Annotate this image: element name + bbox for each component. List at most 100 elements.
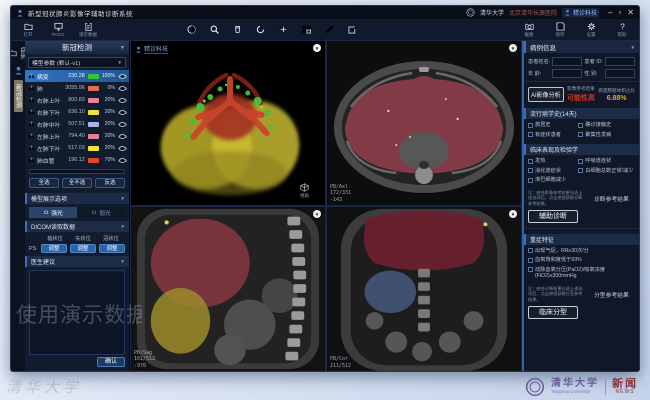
- maximize-button[interactable]: ▫: [618, 7, 621, 18]
- rotate-tool-icon[interactable]: [256, 25, 265, 34]
- doctor-advice-input[interactable]: [29, 270, 125, 355]
- divider: [605, 379, 606, 395]
- measure-pencil-tool-icon[interactable]: [325, 25, 334, 34]
- color-swatch[interactable]: [88, 74, 99, 79]
- doctor-advice-header[interactable]: 医生建议 ▼: [25, 256, 129, 267]
- annotate-tool-icon[interactable]: [348, 25, 357, 34]
- contrast-tool-icon[interactable]: [187, 25, 196, 34]
- eye-icon[interactable]: [118, 85, 127, 92]
- calligraphy-watermark: 清华大学: [6, 376, 82, 397]
- checkbox-lymphocyte-low[interactable]: 淋巴细胞减少: [528, 177, 577, 184]
- minimize-button[interactable]: –: [608, 7, 612, 18]
- checkbox-pao2-fio2[interactable]: 动脉血氧分压(PaO2)/吸氧浓度(FiO2)≤300mmHg: [528, 267, 635, 280]
- zoom-tool-icon[interactable]: [210, 25, 219, 34]
- tsinghua-seal-icon: [466, 8, 475, 17]
- case-info-header: 病例信息 ▼: [524, 41, 639, 53]
- viewport-3d[interactable]: 精诊科技 ▼ 视角: [131, 41, 325, 205]
- color-swatch[interactable]: [88, 122, 99, 127]
- segment-row-lesion[interactable]: 病变 230.28 100%: [25, 70, 129, 82]
- close-button[interactable]: ✕: [627, 7, 634, 18]
- sagittal-overlay-label: PB/Sag 101/512 -970: [134, 350, 155, 370]
- eye-icon[interactable]: [118, 133, 127, 140]
- checkbox-fever[interactable]: 发热: [528, 158, 577, 165]
- save-button[interactable]: 保存: [549, 22, 571, 38]
- segment-row-lung[interactable]: 肺 3055.96 0%: [25, 82, 129, 94]
- orientation-cube[interactable]: 视角: [300, 183, 309, 199]
- color-swatch[interactable]: [88, 110, 99, 115]
- checkbox-travel-history[interactable]: 旅居史: [528, 122, 577, 129]
- clinical-header: 临床表现及检验学: [524, 144, 639, 155]
- help-button[interactable]: 帮助: [611, 22, 633, 38]
- image-result-label: 影像参考结果: [567, 86, 595, 92]
- app-title: 新型冠状肺炎影像学辅助诊断系统: [28, 8, 133, 18]
- pan-hand-tool-icon[interactable]: [233, 25, 242, 34]
- viewport-menu-button[interactable]: ▼: [509, 210, 517, 218]
- checkbox-low-spo2[interactable]: 血氧饱和度低于93%: [528, 257, 635, 264]
- patient-sex-field[interactable]: [605, 69, 635, 78]
- sagittal-adjust-button[interactable]: 调整: [70, 244, 96, 253]
- gear-icon: [587, 22, 596, 31]
- settings-button[interactable]: 设置: [580, 22, 602, 38]
- segment-row-vessels[interactable]: 肺血管 196.12 70%: [25, 154, 129, 166]
- color-swatch[interactable]: [88, 134, 99, 139]
- patient-age-field[interactable]: [552, 69, 582, 78]
- color-swatch[interactable]: [88, 98, 99, 103]
- eye-icon[interactable]: [118, 121, 127, 128]
- weak-light-tab[interactable]: 弱光: [77, 207, 125, 218]
- checkbox-wbc-normal-low[interactable]: 白细胞总数正常/减少: [578, 168, 635, 175]
- color-swatch[interactable]: [88, 146, 99, 151]
- segment-row-lll[interactable]: 左肺下叶 517.03 20%: [25, 142, 129, 154]
- coronal-adjust-button[interactable]: 调整: [99, 244, 125, 253]
- titlebar-logos: 清华大学 北京清华长庚医院 精诊科技 – ▫ ✕: [466, 7, 634, 18]
- segment-row-lul[interactable]: 左肺上叶 794.40 20%: [25, 130, 129, 142]
- tab-covid-detection[interactable]: 新冠检测: [14, 80, 23, 112]
- select-none-button[interactable]: 全不选: [62, 178, 92, 188]
- checkbox-shortness-of-breath[interactable]: 出现气促，RR≥30次/分: [528, 248, 635, 255]
- checkbox-confirmed-contact[interactable]: 确诊接触史: [578, 122, 635, 129]
- ai-analysis-button[interactable]: AI影像分析: [528, 87, 564, 102]
- eye-icon[interactable]: [118, 157, 127, 164]
- vessel-icon: [28, 157, 35, 163]
- assist-diagnosis-button[interactable]: 辅助诊断: [528, 210, 578, 223]
- checkbox-symptomatic-patient[interactable]: 有症状患者: [528, 132, 577, 139]
- dicom-section-header[interactable]: DICOM读取数据 ▼: [25, 221, 129, 232]
- segment-row-rll[interactable]: 右肺下叶 636.10 20%: [25, 106, 129, 118]
- checkbox-cluster-onset[interactable]: 聚集性发病: [578, 132, 635, 139]
- screenshot-button[interactable]: 截图: [518, 22, 540, 38]
- clinical-typing-button[interactable]: 临床分型: [528, 306, 578, 319]
- move-crosshair-tool-icon[interactable]: [279, 25, 288, 34]
- viewport-menu-button[interactable]: ▼: [313, 210, 321, 218]
- model-params-dropdown[interactable]: 模型参数 (默认-v1) ▼: [28, 57, 126, 68]
- patient-id-field[interactable]: [605, 57, 635, 66]
- viewport-sagittal[interactable]: ▼ PB/Sag 101/512 -970: [131, 207, 325, 371]
- segment-row-rul[interactable]: 右肺上叶 800.83 20%: [25, 94, 129, 106]
- viewport-coronal[interactable]: ▼ PB/Cor 211/512: [327, 207, 521, 371]
- layout-tool-icon[interactable]: [302, 25, 311, 34]
- eye-icon[interactable]: [118, 145, 127, 152]
- eye-icon[interactable]: [118, 97, 127, 104]
- pacs-button[interactable]: PACS: [47, 22, 69, 38]
- display-options-header[interactable]: 模型展示选项 ▼: [25, 193, 129, 204]
- select-all-button[interactable]: 全选: [29, 178, 59, 188]
- eye-icon[interactable]: [118, 73, 127, 80]
- checkbox-respiratory-symptoms[interactable]: 呼吸道症状: [578, 158, 635, 165]
- open-button[interactable]: 打开: [17, 22, 39, 38]
- segment-row-rml[interactable]: 右肺中叶 507.51 20%: [25, 118, 129, 130]
- typing-result-label: 分型参考结果: [588, 290, 635, 299]
- viewport-menu-button[interactable]: ▼: [509, 44, 517, 52]
- demo-data-button[interactable]: 演示数据: [77, 22, 99, 38]
- color-swatch[interactable]: [88, 86, 99, 91]
- axial-adjust-button[interactable]: 调整: [41, 244, 67, 253]
- invert-select-button[interactable]: 反选: [95, 178, 125, 188]
- viewport-menu-button[interactable]: ▼: [313, 44, 321, 52]
- confirm-button[interactable]: 确认: [97, 357, 125, 367]
- eye-icon[interactable]: [118, 109, 127, 116]
- color-swatch[interactable]: [88, 158, 99, 163]
- progress-bar: [29, 169, 125, 174]
- caret-down-icon[interactable]: ▼: [631, 45, 635, 50]
- viewport-axial[interactable]: ▼ PB/Axl 172/331 -143: [327, 41, 521, 205]
- patient-name-field[interactable]: [552, 57, 582, 66]
- checkbox-digestive-symptoms[interactable]: 消化道症状: [528, 168, 577, 175]
- caret-down-icon[interactable]: ▼: [120, 45, 125, 51]
- strong-light-tab[interactable]: 强光: [29, 207, 77, 218]
